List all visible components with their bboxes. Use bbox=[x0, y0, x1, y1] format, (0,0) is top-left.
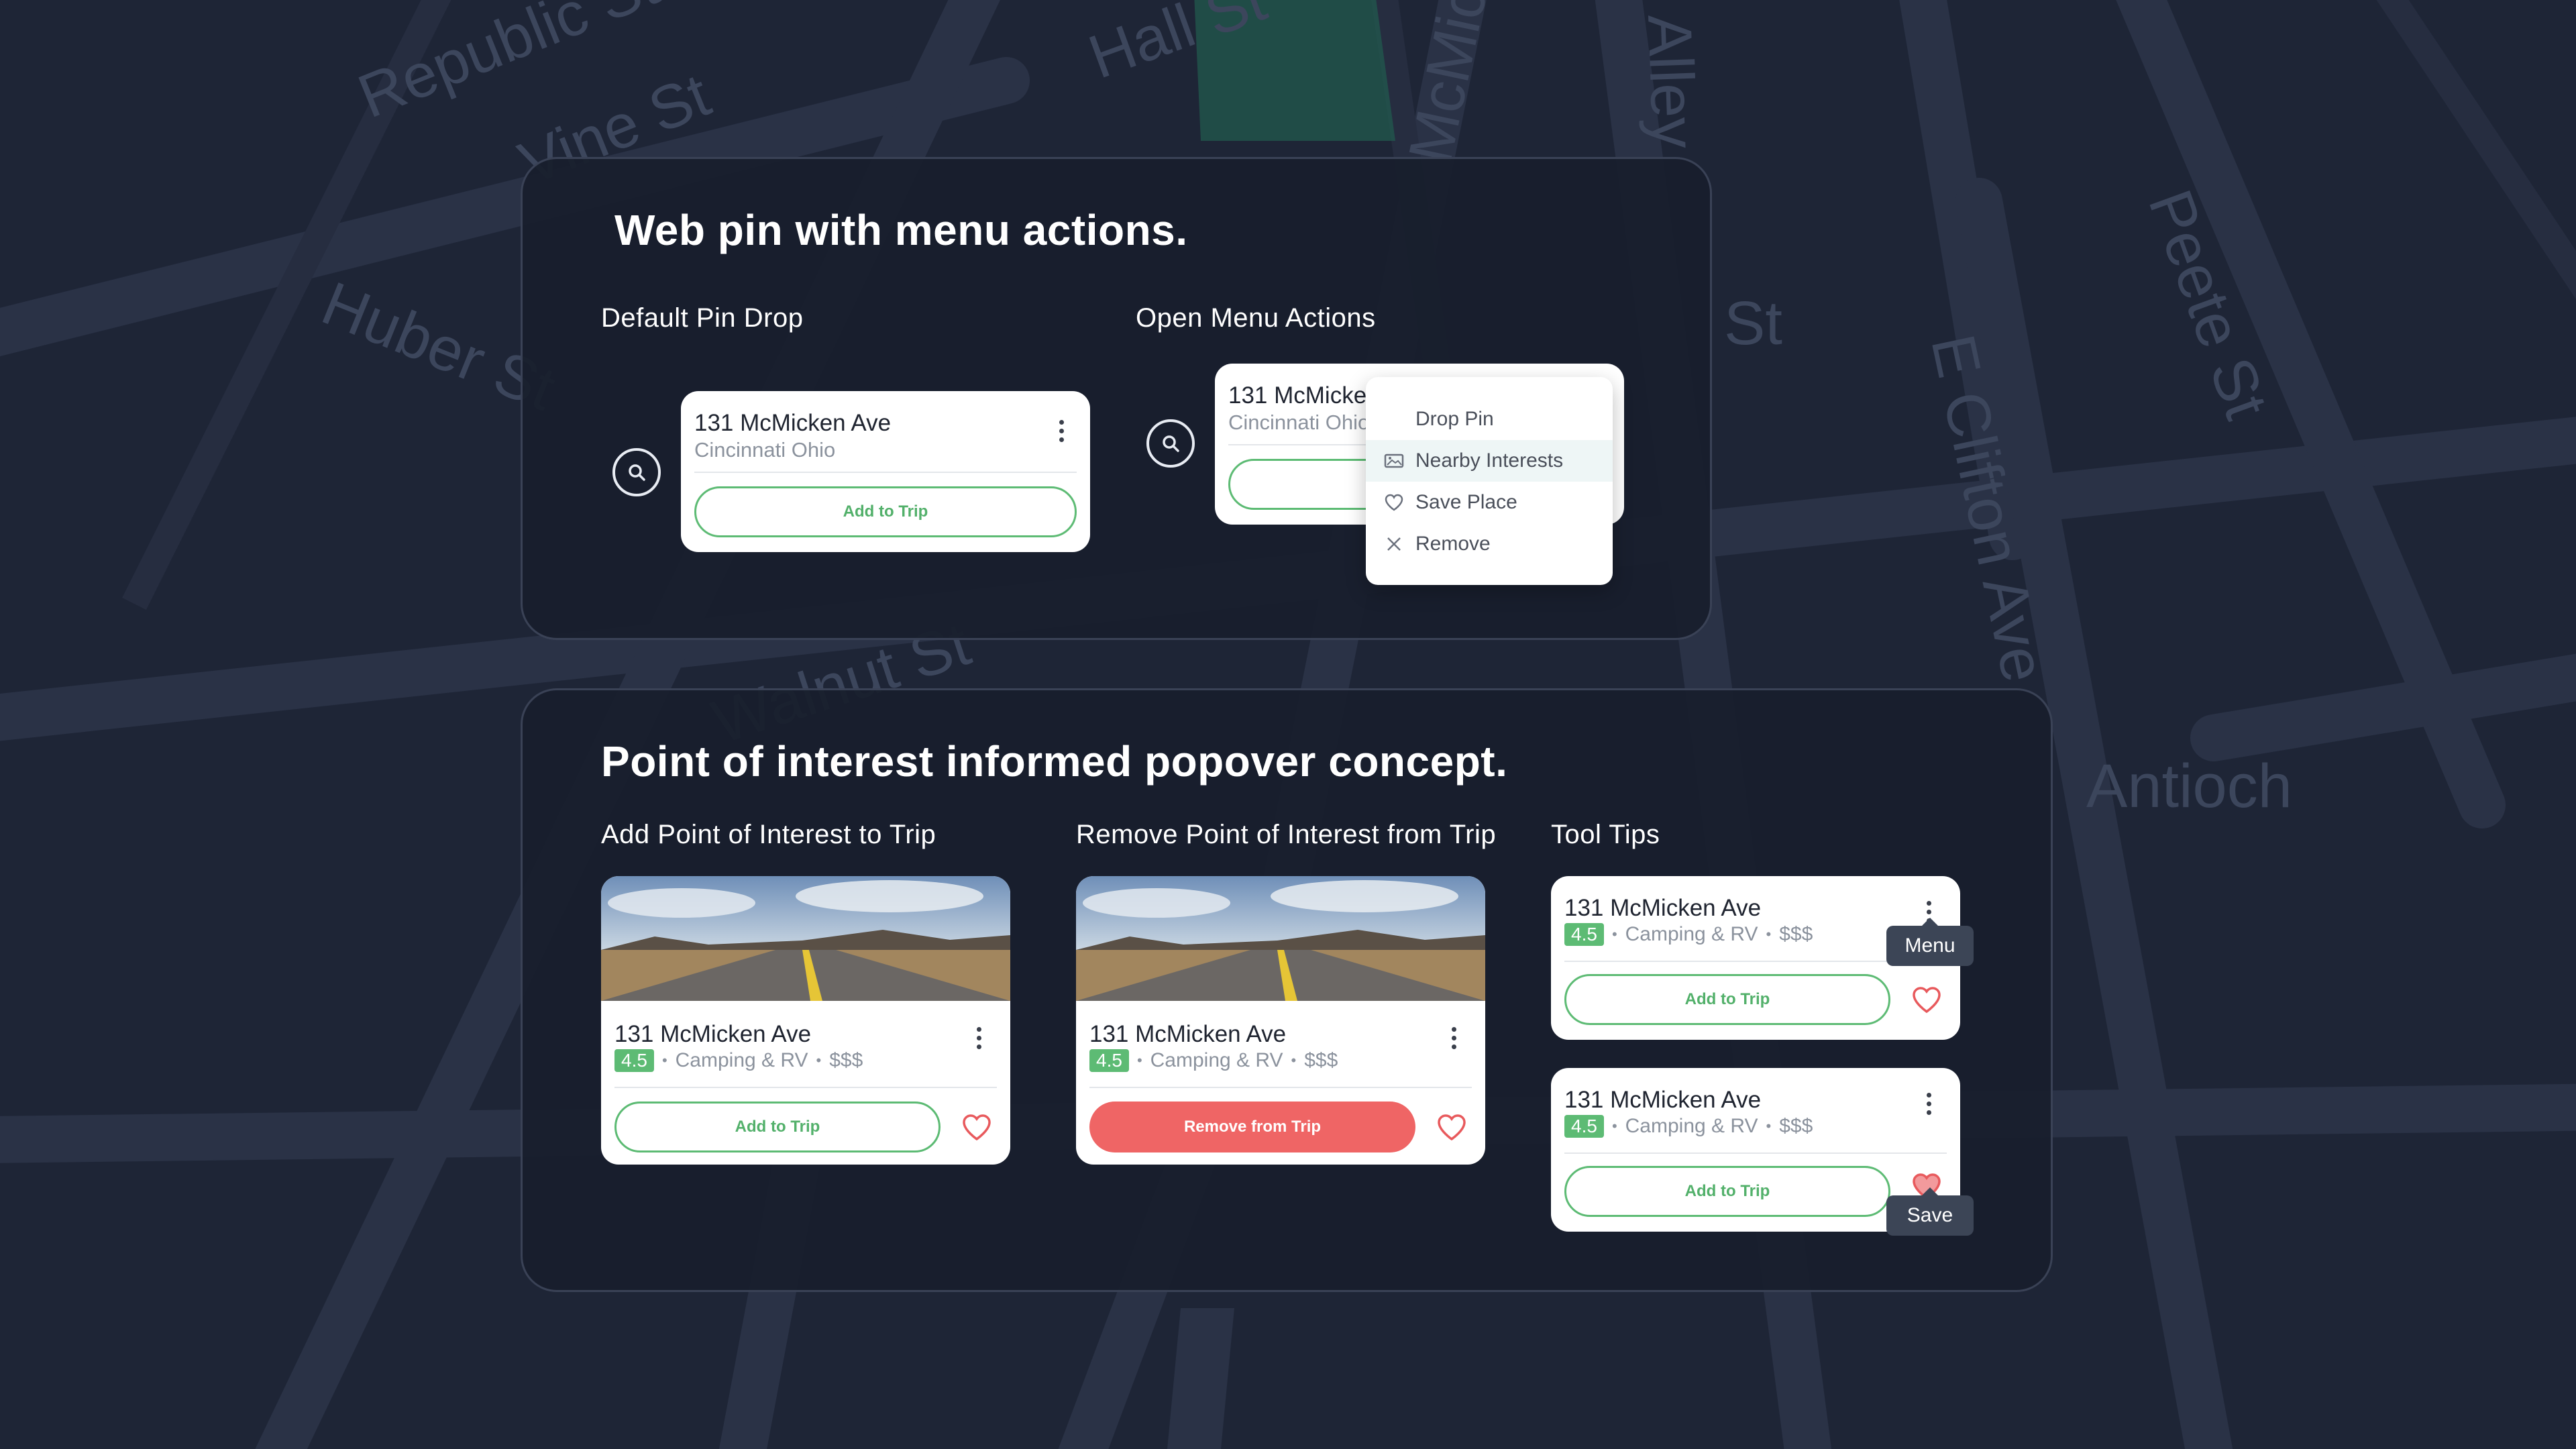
divider bbox=[694, 472, 1077, 473]
kebab-menu-icon[interactable] bbox=[1919, 1085, 1939, 1122]
rating-badge: 4.5 bbox=[1089, 1049, 1129, 1072]
category-text: Camping & RV bbox=[675, 1049, 808, 1071]
default-pin-card: 131 McMicken Ave Cincinnati Ohio Add to … bbox=[681, 391, 1090, 552]
menu-item-label: Nearby Interests bbox=[1415, 449, 1564, 472]
tooltip-text: Save bbox=[1907, 1204, 1953, 1226]
rating-row: 4.5 • Camping & RV • $$$ bbox=[1564, 923, 1813, 946]
card-title: 131 McMicken Ave bbox=[614, 1021, 812, 1047]
price-text: $$$ bbox=[829, 1049, 863, 1071]
menu-item-label: Remove bbox=[1415, 533, 1491, 555]
menu-item-label: Drop Pin bbox=[1415, 408, 1494, 430]
heart-outline-icon[interactable] bbox=[961, 1112, 993, 1142]
menu-item-nearby-interests[interactable]: Nearby Interests bbox=[1366, 440, 1613, 482]
image-icon bbox=[1382, 449, 1406, 473]
card-title: 131 McMicken Ave bbox=[1564, 1087, 1762, 1113]
card-subtitle: Cincinnati Ohio bbox=[1228, 411, 1370, 434]
category-text: Camping & RV bbox=[1625, 923, 1758, 945]
add-to-trip-button[interactable]: Add to Trip bbox=[1564, 974, 1890, 1025]
divider bbox=[614, 1087, 997, 1088]
pin-menu-panel-title: Web pin with menu actions. bbox=[614, 206, 1188, 254]
heart-outline-icon bbox=[1382, 490, 1406, 515]
street-label-st: St bbox=[1724, 289, 1782, 358]
card-title: 131 McMicken Ave bbox=[1564, 895, 1762, 921]
menu-item-drop-pin[interactable]: Drop Pin bbox=[1366, 398, 1613, 440]
tool-tips-label: Tool Tips bbox=[1551, 820, 1660, 849]
rating-badge: 4.5 bbox=[1564, 1115, 1604, 1138]
road-photo-image bbox=[1076, 876, 1485, 1001]
rating-badge: 4.5 bbox=[1564, 923, 1604, 946]
road-photo-image bbox=[601, 876, 1010, 1001]
poi-card-add: 131 McMicken Ave 4.5 • Camping & RV • $$… bbox=[601, 876, 1010, 1165]
category-text: Camping & RV bbox=[1625, 1115, 1758, 1137]
card-title: 131 McMicken Ave bbox=[694, 410, 892, 436]
street-label-antioch: Antioch bbox=[2086, 752, 2292, 820]
open-menu-actions-label: Open Menu Actions bbox=[1136, 303, 1376, 333]
street-label-alley: Alley bbox=[1635, 13, 1708, 150]
menu-item-remove[interactable]: Remove bbox=[1366, 523, 1613, 565]
card-subtitle: Cincinnati Ohio bbox=[694, 438, 836, 462]
heart-outline-icon[interactable] bbox=[1436, 1112, 1468, 1142]
search-icon bbox=[629, 464, 645, 481]
add-poi-label: Add Point of Interest to Trip bbox=[601, 820, 936, 849]
search-pin-button[interactable] bbox=[612, 448, 661, 496]
price-text: $$$ bbox=[1304, 1049, 1338, 1071]
menu-item-label: Save Place bbox=[1415, 491, 1517, 513]
menu-item-save-place[interactable]: Save Place bbox=[1366, 482, 1613, 523]
remove-from-trip-button[interactable]: Remove from Trip bbox=[1089, 1102, 1415, 1152]
kebab-menu-icon[interactable] bbox=[969, 1020, 989, 1056]
close-icon bbox=[1382, 532, 1406, 556]
add-to-trip-button[interactable]: Add to Trip bbox=[614, 1102, 941, 1152]
search-pin-button[interactable] bbox=[1146, 419, 1195, 468]
rating-row: 4.5 • Camping & RV • $$$ bbox=[1564, 1115, 1813, 1138]
divider bbox=[1089, 1087, 1472, 1088]
save-tooltip: Save bbox=[1886, 1187, 1974, 1236]
rating-row: 4.5 • Camping & RV • $$$ bbox=[1089, 1049, 1338, 1072]
tooltip-text: Menu bbox=[1904, 934, 1955, 957]
price-text: $$$ bbox=[1779, 923, 1813, 945]
remove-poi-label: Remove Point of Interest from Trip bbox=[1076, 820, 1497, 849]
poi-popover-panel-title: Point of interest informed popover conce… bbox=[601, 737, 1508, 786]
poi-card-remove: 131 McMicken Ave 4.5 • Camping & RV • $$… bbox=[1076, 876, 1485, 1165]
heart-outline-icon[interactable] bbox=[1911, 985, 1943, 1014]
add-to-trip-button[interactable]: Add to Trip bbox=[694, 486, 1077, 537]
add-to-trip-button[interactable]: Add to Trip bbox=[1564, 1166, 1890, 1217]
category-text: Camping & RV bbox=[1150, 1049, 1283, 1071]
rating-badge: 4.5 bbox=[614, 1049, 654, 1072]
card-title: 131 McMicken Ave bbox=[1089, 1021, 1287, 1047]
pin-actions-menu: Drop Pin Nearby Interests Save Place Rem… bbox=[1366, 377, 1613, 585]
price-text: $$$ bbox=[1779, 1115, 1813, 1137]
divider bbox=[1564, 1152, 1947, 1154]
search-icon bbox=[1163, 435, 1179, 452]
kebab-menu-icon[interactable] bbox=[1051, 413, 1071, 449]
rating-row: 4.5 • Camping & RV • $$$ bbox=[614, 1049, 863, 1072]
menu-tooltip: Menu bbox=[1886, 918, 1974, 966]
default-pin-drop-label: Default Pin Drop bbox=[601, 303, 804, 333]
kebab-menu-icon[interactable] bbox=[1444, 1020, 1464, 1056]
